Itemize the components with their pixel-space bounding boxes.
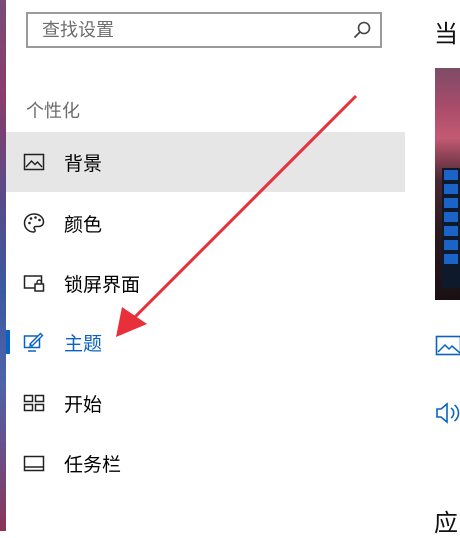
annotation-arrow: [0, 0, 460, 531]
